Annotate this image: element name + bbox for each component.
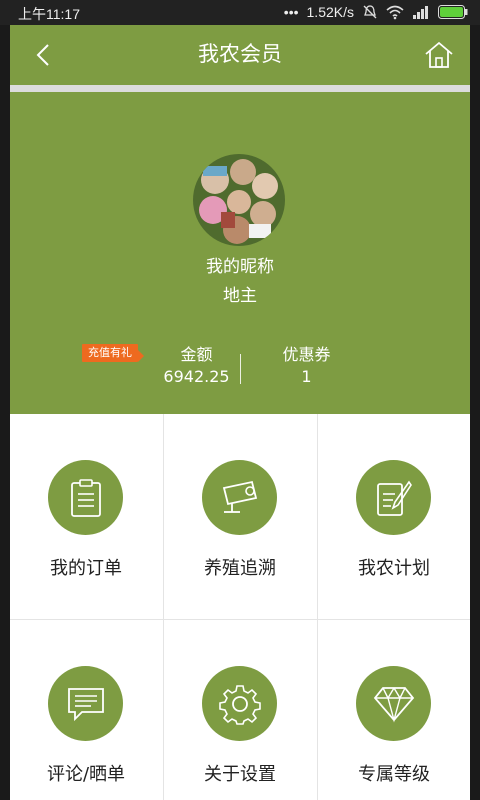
coupon-label: 优惠券 (282, 345, 331, 364)
gear-icon (202, 666, 277, 741)
app-frame: 我农会员 我的昵称 地主 充值有礼 金额 6942.25 优惠券 1 我的订单 … (10, 25, 470, 800)
menu-label: 养殖追溯 (204, 558, 276, 579)
menu-label: 评论/晒单 (46, 764, 126, 785)
menu-label: 我农计划 (358, 558, 430, 579)
promo-badge[interactable]: 充值有礼 (82, 344, 144, 362)
camera-icon (202, 460, 277, 535)
more-icon: ••• (283, 4, 299, 20)
network-speed: 1.52K/s (306, 4, 354, 20)
comment-icon (48, 666, 123, 741)
menu-label: 专属等级 (358, 764, 430, 785)
coupon-stat[interactable]: 优惠券 1 (260, 345, 353, 389)
home-icon (425, 41, 453, 68)
avatar[interactable] (193, 154, 285, 246)
menu-label: 关于设置 (204, 764, 276, 785)
page-title: 我农会员 (198, 42, 282, 66)
grid-divider (317, 414, 318, 800)
status-bar: 上午11:17 ••• 1.52K/s (0, 0, 480, 25)
header-bar: 我农会员 (10, 25, 470, 85)
nickname: 我的昵称 (206, 257, 274, 277)
menu-item-level[interactable]: 专属等级 (318, 620, 470, 800)
grid-divider (163, 414, 164, 800)
profile-panel: 我的昵称 地主 充值有礼 金额 6942.25 优惠券 1 (10, 92, 470, 414)
menu-item-reviews[interactable]: 评论/晒单 (10, 620, 162, 800)
menu-item-plan[interactable]: 我农计划 (318, 414, 470, 614)
stats-divider (240, 354, 241, 384)
coupon-value: 1 (301, 367, 312, 386)
avatar-photo (193, 154, 285, 246)
menu-item-orders[interactable]: 我的订单 (10, 414, 162, 614)
diamond-icon (356, 666, 431, 741)
menu-item-settings[interactable]: 关于设置 (164, 620, 316, 800)
amount-stat[interactable]: 金额 6942.25 (150, 345, 243, 389)
amount-label: 金额 (180, 345, 213, 364)
signal-icon (413, 6, 428, 19)
header-divider (10, 85, 470, 92)
grid-divider (10, 619, 470, 620)
wifi-icon (386, 5, 404, 19)
plan-edit-icon (356, 460, 431, 535)
menu-label: 我的订单 (50, 558, 122, 579)
battery-icon (438, 5, 468, 19)
member-rank: 地主 (223, 286, 257, 306)
amount-value: 6942.25 (163, 367, 230, 386)
mute-icon (363, 5, 377, 19)
status-time: 上午11:17 (18, 6, 80, 22)
home-button[interactable] (422, 39, 456, 71)
menu-item-trace[interactable]: 养殖追溯 (164, 414, 316, 614)
clipboard-icon (48, 460, 123, 535)
